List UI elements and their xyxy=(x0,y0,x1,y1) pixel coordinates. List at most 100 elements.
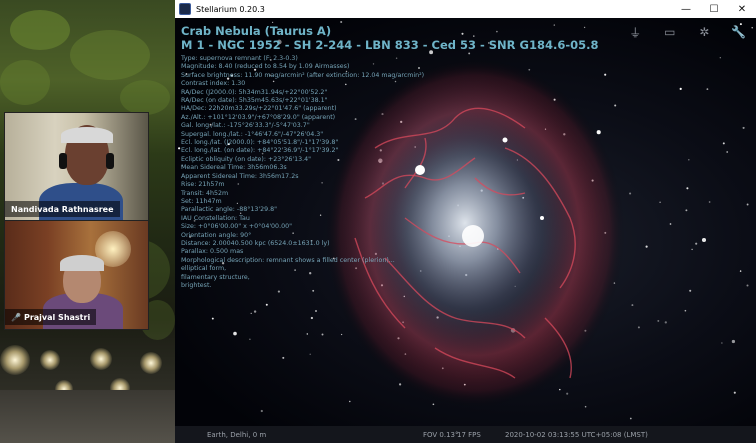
info-line: Az./Alt.: +101°12'03.9"/+67°08'29.0" (ap… xyxy=(181,113,336,121)
star xyxy=(645,245,648,248)
star xyxy=(340,333,343,336)
object-info-panel: Crab Nebula (Taurus A) M 1 - NGC 1952 - … xyxy=(181,24,641,290)
info-line: Ecl. long./lat. (on date): +84°22'36.9"/… xyxy=(181,147,339,155)
star xyxy=(739,270,742,272)
fov-label: FOV 0.13° xyxy=(423,430,459,439)
star xyxy=(684,309,687,312)
participant-video-1[interactable]: Nandivada Rathnasree xyxy=(4,112,149,222)
info-line: RA/Dec (J2000.0): 5h34m31.94s/+22°00'52.… xyxy=(181,88,328,96)
minimize-button[interactable]: — xyxy=(672,0,700,18)
star xyxy=(669,223,672,225)
star xyxy=(664,321,667,324)
info-line: filamentary structure, xyxy=(181,273,250,281)
star xyxy=(659,201,661,204)
star xyxy=(706,88,709,91)
star xyxy=(688,159,690,161)
star xyxy=(211,317,214,320)
star xyxy=(282,356,285,359)
info-line: Magnitude: 8.40 (reduced to 8.54 by 1.09… xyxy=(181,63,350,71)
window-title: Stellarium 0.20.3 xyxy=(196,4,265,14)
star xyxy=(691,248,693,251)
info-line: Type: supernova remnant (F: 2.3-0.3) xyxy=(181,55,298,62)
maximize-button[interactable]: ☐ xyxy=(700,0,728,18)
star xyxy=(315,310,317,312)
info-line: Apparent Sidereal Time: 3h56m17.2s xyxy=(181,172,299,180)
star xyxy=(340,20,343,24)
datetime-label[interactable]: 2020-10-02 03:13:55 UTC+05:08 (LMST) xyxy=(505,431,648,439)
object-info-lines: Type: supernova remnant (F: 2.3-0.3) Magn… xyxy=(181,55,641,290)
info-line: IAU Constellation: Tau xyxy=(181,214,250,222)
info-line: Mean Sidereal Time: 3h56m06.3s xyxy=(181,164,287,172)
info-line: Transit: 4h52m xyxy=(181,189,229,197)
info-line: Distance: 2.00040.500 kpc (6524.0±1631.0… xyxy=(181,239,330,247)
participant-name-tag: Nandivada Rathnasree xyxy=(5,201,120,217)
object-designations: M 1 - NGC 1952 - SH 2-244 - LBN 833 - Ce… xyxy=(181,38,599,52)
star xyxy=(260,409,263,413)
screen-icon[interactable]: ▭ xyxy=(659,25,681,39)
star xyxy=(679,87,682,90)
info-line: Contrast index: 1.30 xyxy=(181,80,246,88)
star xyxy=(685,209,688,212)
star xyxy=(695,242,698,245)
star xyxy=(719,57,721,59)
star xyxy=(349,400,351,403)
star xyxy=(746,284,749,287)
app-icon xyxy=(179,3,191,15)
participant-video-2[interactable]: 🎤 Prajval Shastri xyxy=(4,220,149,330)
star xyxy=(178,147,181,150)
info-line: Gal. long./lat.: -175°26'33.3"/-5°47'03.… xyxy=(181,122,310,130)
info-line: Parallax: 0.500 mas xyxy=(181,248,244,256)
star xyxy=(277,290,280,293)
star xyxy=(306,333,309,335)
wrench-icon[interactable]: 🔧 xyxy=(728,25,750,39)
close-button[interactable]: ✕ xyxy=(728,0,756,18)
wheel-icon[interactable]: ✲ xyxy=(693,25,715,39)
star xyxy=(265,303,268,306)
star xyxy=(721,342,723,344)
star xyxy=(629,417,632,420)
star xyxy=(631,304,634,307)
star xyxy=(686,187,689,190)
star xyxy=(722,142,725,145)
star xyxy=(321,333,324,336)
star xyxy=(249,338,251,341)
object-name: Crab Nebula (Taurus A) xyxy=(181,24,332,38)
star xyxy=(309,353,311,355)
star xyxy=(253,310,257,313)
star xyxy=(566,392,569,395)
star xyxy=(559,388,561,391)
star xyxy=(432,403,435,406)
star xyxy=(708,201,711,203)
status-bar: Earth, Delhi, 0 m FOV 0.13° 17 FPS 2020-… xyxy=(175,426,756,443)
info-line: Supergal. long./lat.: -1°46'47.6"/-47°26… xyxy=(181,130,324,138)
info-line: elliptical form, xyxy=(181,265,227,273)
participant-name: Prajval Shastri xyxy=(23,312,91,322)
star xyxy=(310,316,314,320)
star xyxy=(689,289,692,292)
info-line: HA/Dec: 22h20m33.29s/+22°01'47.6" (appar… xyxy=(181,105,337,113)
location-label[interactable]: Earth, Delhi, 0 m xyxy=(207,431,266,439)
star xyxy=(742,126,745,129)
info-line: Rise: 21h57m xyxy=(181,181,225,189)
star xyxy=(731,339,736,344)
info-line: Surface brightness: 11.90 mag/arcmin² (a… xyxy=(181,71,425,79)
star xyxy=(733,391,736,394)
star xyxy=(584,405,587,408)
star xyxy=(637,326,640,329)
info-line: brightest. xyxy=(181,281,212,289)
star xyxy=(657,319,660,322)
star xyxy=(250,312,252,315)
participant-name-tag: 🎤 Prajval Shastri xyxy=(5,309,97,325)
info-line: Parallactic angle: -88°13'29.8" xyxy=(181,206,278,214)
info-line: Orientation angle: 90° xyxy=(181,231,252,239)
info-line: Ecliptic obliquity (on date): +23°26'13.… xyxy=(181,155,312,163)
stellarium-window: Stellarium 0.20.3 — ☐ ✕ ⏚ ▭ ✲ 🔧 Crab Neb… xyxy=(175,0,756,443)
info-line: Morphological description: remnant shows… xyxy=(181,256,395,264)
title-bar: Stellarium 0.20.3 — ☐ ✕ xyxy=(175,0,756,19)
mic-muted-icon: 🎤 xyxy=(11,312,21,322)
star xyxy=(271,21,274,24)
star xyxy=(233,331,237,336)
participant-name: Nandivada Rathnasree xyxy=(11,204,114,214)
star xyxy=(726,151,729,153)
fps-label: 17 FPS xyxy=(457,430,481,439)
